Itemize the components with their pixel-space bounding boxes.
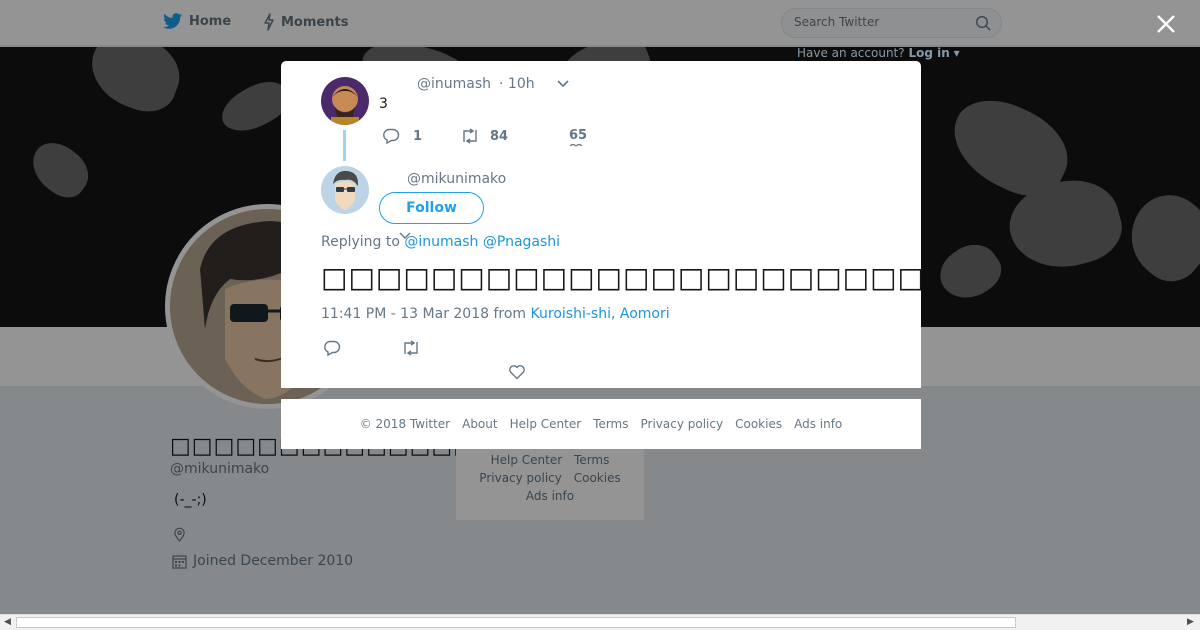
parent-tweet-time[interactable]: · 10h bbox=[499, 76, 535, 92]
footer-about[interactable]: About bbox=[462, 417, 497, 431]
close-icon[interactable] bbox=[1154, 12, 1178, 36]
footer-cookies[interactable]: Cookies bbox=[735, 417, 782, 431]
retweet-icon[interactable] bbox=[401, 339, 421, 357]
footer-copyright: © 2018 Twitter bbox=[359, 417, 451, 431]
main-tweet-metadata: 11:41 PM - 13 Mar 2018 from Kuroishi-shi… bbox=[321, 306, 670, 322]
chevron-down-icon[interactable] bbox=[557, 80, 569, 88]
main-tweet-from-label: from bbox=[493, 306, 527, 322]
parent-retweet-count: 84 bbox=[490, 128, 509, 144]
login-caret-icon: ▾ bbox=[953, 46, 960, 60]
heart-icon[interactable] bbox=[508, 363, 526, 381]
reply-icon bbox=[383, 128, 400, 144]
reply-mention-pnagashi[interactable]: @Pnagashi bbox=[483, 234, 560, 250]
horizontal-scrollbar[interactable]: ◀ ▶ bbox=[0, 614, 1200, 630]
login-prompt: Have an account? Log in ▾ bbox=[797, 46, 960, 60]
main-tweet-timestamp[interactable]: 11:41 PM - 13 Mar 2018 bbox=[321, 306, 489, 322]
parent-reply-count: 1 bbox=[413, 128, 423, 144]
main-tweet-text: □□□□□□□□□□□□□□□□□□□□□□□□□□□□□□□□□□□□□□□□… bbox=[321, 261, 921, 294]
main-tweet-screen-name[interactable]: @mikunimako bbox=[407, 171, 506, 187]
login-link[interactable]: Log in bbox=[908, 46, 949, 60]
parent-tweet-header: @inumash · 10h bbox=[417, 76, 569, 92]
footer-help-center[interactable]: Help Center bbox=[510, 417, 582, 431]
follow-button[interactable]: Follow bbox=[379, 192, 484, 224]
parent-reply-action[interactable]: 1 bbox=[382, 128, 422, 144]
retweet-icon bbox=[463, 128, 477, 144]
have-account-text: Have an account? bbox=[797, 46, 905, 60]
heart-icon bbox=[569, 143, 583, 147]
tweet-modal: @inumash · 10h 3 1 84 65 @mikunimako Fol… bbox=[281, 61, 921, 388]
footer-ads-info[interactable]: Ads info bbox=[794, 417, 842, 431]
main-tweet-location[interactable]: Kuroishi-shi, Aomori bbox=[531, 306, 670, 322]
main-tweet-avatar[interactable] bbox=[321, 166, 369, 214]
footer-terms[interactable]: Terms bbox=[593, 417, 628, 431]
scroll-right-arrow-icon[interactable]: ▶ bbox=[1187, 617, 1194, 627]
parent-like-action[interactable]: 65 bbox=[569, 128, 587, 147]
replying-to: Replying to @inumash @Pnagashi bbox=[321, 234, 560, 250]
thread-connector-line bbox=[343, 130, 346, 161]
modal-footer: © 2018 Twitter About Help Center Terms P… bbox=[281, 399, 921, 449]
reply-icon[interactable] bbox=[323, 339, 341, 357]
parent-like-count: 65 bbox=[569, 128, 588, 143]
footer-privacy[interactable]: Privacy policy bbox=[641, 417, 724, 431]
parent-retweet-action[interactable]: 84 bbox=[460, 128, 508, 144]
parent-tweet-text: 3 bbox=[379, 96, 388, 112]
parent-tweet-avatar[interactable] bbox=[321, 77, 369, 125]
scroll-left-arrow-icon[interactable]: ◀ bbox=[4, 617, 11, 627]
replying-to-label: Replying to bbox=[321, 234, 400, 250]
parent-tweet-screen-name[interactable]: @inumash bbox=[417, 76, 491, 92]
reply-mention-inumash[interactable]: @inumash bbox=[404, 234, 478, 250]
scrollbar-thumb[interactable] bbox=[16, 617, 1016, 628]
